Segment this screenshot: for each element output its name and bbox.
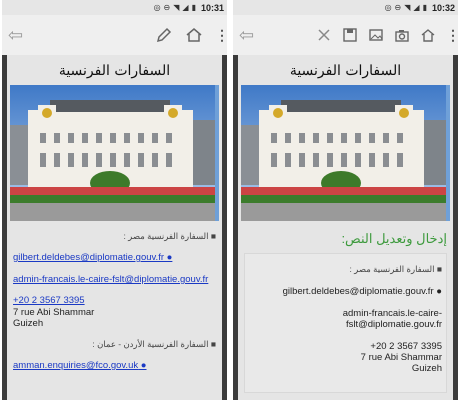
page-title: السفارات الفرنسية — [289, 63, 402, 79]
minus-circle-icon: ⊖ — [394, 3, 402, 12]
edit-section-title: إدخال وتعديل النص: — [341, 231, 447, 246]
home-icon[interactable] — [420, 27, 436, 43]
phone-link[interactable]: +20 2 3567 3395 — [13, 295, 216, 307]
alarm-icon: ◎ — [384, 3, 392, 12]
clock: 10:31 — [200, 2, 224, 13]
content-area: السفارات الفرنسية — [2, 55, 227, 400]
phone-right: ◎ ⊖ ◥ ◢ ▮ 10:32 ⇦ ⋮ السفارات الفرنسية إد… — [233, 0, 458, 400]
clock: 10:32 — [431, 2, 455, 13]
wifi-icon: ◥ — [173, 3, 180, 12]
camera-icon[interactable] — [394, 27, 410, 43]
egypt-embassy-label: ■ السفارة الفرنسية مصر : — [123, 231, 216, 241]
battery-icon: ▮ — [422, 3, 427, 12]
more-vert-icon[interactable]: ⋮ — [446, 27, 458, 44]
status-bar: ◎ ⊖ ◥ ◢ ▮ 10:32 — [233, 0, 458, 15]
email-link-1[interactable]: gilbert.deldebes@diplomatie.gouv.fr ● — [13, 252, 216, 264]
pen-icon[interactable] — [155, 26, 173, 44]
phone-text: +20 2 3567 3395 — [370, 341, 442, 352]
wifi-icon: ◥ — [404, 3, 411, 12]
jordan-embassy-label: ■ السفارة الفرنسية الأردن - عمان : — [92, 339, 216, 349]
content-area: السفارات الفرنسية — [233, 55, 458, 400]
back-arrow-icon[interactable]: ⇦ — [239, 25, 261, 46]
image-icon[interactable] — [368, 27, 384, 43]
minus-circle-icon: ⊖ — [163, 3, 171, 12]
close-icon[interactable] — [316, 27, 332, 43]
signal-icon: ◢ — [413, 3, 420, 12]
address-line-1: 7 rue Abi Shammar — [360, 352, 442, 363]
signal-icon: ◢ — [182, 3, 189, 12]
embassy-photo — [241, 85, 450, 221]
more-vert-icon[interactable]: ⋮ — [215, 27, 227, 44]
phone-left: ◎ ⊖ ◥ ◢ ▮ 10:31 ⇦ ⋮ السفارات الفرنسية ■ … — [2, 0, 227, 400]
embassy-photo — [10, 85, 219, 221]
address-line-1: 7 rue Abi Shammar — [13, 307, 95, 318]
address-line-2: Guizeh — [13, 318, 44, 329]
alarm-icon: ◎ — [153, 3, 161, 12]
save-icon[interactable] — [342, 27, 358, 43]
toolbar: ⇦ ⋮ — [2, 15, 227, 55]
text-editor[interactable]: ■ السفارة الفرنسية مصر : gilbert.deldebe… — [244, 253, 447, 393]
back-arrow-icon[interactable]: ⇦ — [8, 25, 30, 46]
email-text-2-line-1: admin-francais.le-caire- — [342, 308, 442, 319]
address-line-2: Guizeh — [411, 363, 442, 374]
toolbar: ⇦ ⋮ — [233, 15, 458, 55]
egypt-embassy-label: ■ السفارة الفرنسية مصر : — [349, 264, 442, 274]
battery-icon: ▮ — [191, 3, 196, 12]
email-text-1: gilbert.deldebes@diplomatie.gouv.fr ● — [282, 286, 442, 297]
page-title: السفارات الفرنسية — [58, 63, 171, 79]
status-bar: ◎ ⊖ ◥ ◢ ▮ 10:31 — [2, 0, 227, 15]
email-link-2[interactable]: admin-francais.le-caire-fslt@diplomatie.… — [13, 274, 216, 286]
email-link-3[interactable]: amman.enquiries@fco.gov.uk ● — [13, 360, 216, 372]
home-icon[interactable] — [185, 26, 203, 44]
email-text-2-line-2: fslt@diplomatie.gouv.fr — [345, 319, 442, 330]
